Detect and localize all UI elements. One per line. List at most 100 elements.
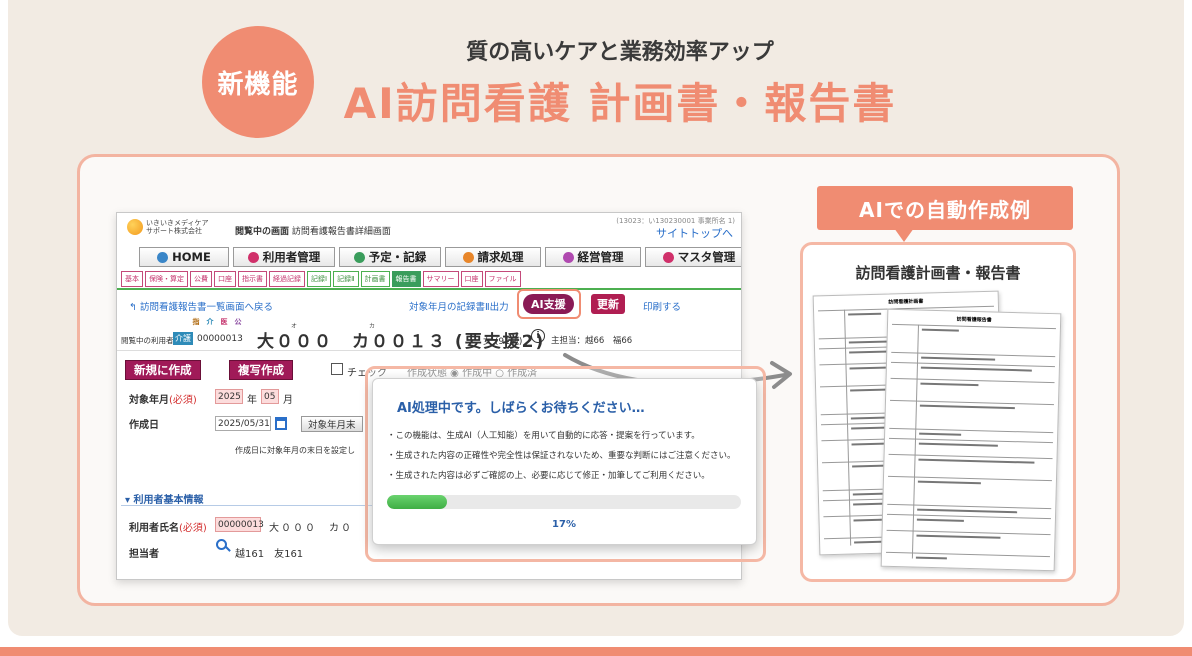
subtab-12[interactable]: ファイル: [484, 271, 521, 287]
subtab-7[interactable]: 記録Ⅱ: [333, 271, 359, 287]
kaigo-badge: 介護: [173, 332, 193, 345]
doc-text-line: [919, 404, 1015, 410]
sub-tabs: 基本 保険・算定 公費 口座 指示書 経過記録 記録Ⅰ 記録Ⅱ 計画書 報告書 サマリー 口座 ファイル: [121, 271, 521, 287]
separator: [117, 350, 741, 351]
logo-line1: いきいきメディケア: [146, 219, 209, 227]
menu-label: 利用者管理: [262, 250, 321, 264]
logo-line2: サポート株式会社: [146, 227, 202, 235]
menu-label: マスタ管理: [677, 250, 736, 264]
menu-icon: [247, 251, 259, 263]
created-date-note: 作成日に対象年月の末日を設定し: [235, 446, 355, 455]
example-label-tail: [894, 228, 914, 242]
menu-icon: [562, 251, 574, 263]
subtab-3[interactable]: 口座: [214, 271, 236, 287]
doc-text-line: [919, 432, 962, 436]
doc-text-line: [850, 416, 889, 420]
doc-rule: [891, 351, 1056, 358]
update-button[interactable]: 更新: [591, 294, 625, 314]
menu-2[interactable]: 予定・記録: [339, 247, 441, 267]
menu-label: 請求処理: [477, 250, 524, 264]
doc-text-line: [917, 508, 1018, 514]
progress-text: 17%: [552, 519, 576, 530]
calendar-icon[interactable]: [275, 417, 287, 430]
doc-rule: [888, 453, 1053, 460]
doc-text-line: [921, 328, 959, 332]
year-input[interactable]: 2025: [215, 389, 243, 404]
search-icon-handle: [225, 546, 231, 552]
menu-5[interactable]: マスタ管理: [645, 247, 741, 267]
subtab-0[interactable]: 基本: [121, 271, 143, 287]
ai-support-button[interactable]: AI支援: [523, 294, 574, 314]
bottom-accent-bar: [0, 647, 1192, 656]
target-output-link[interactable]: 対象年月の記録書Ⅱ出力: [409, 299, 509, 313]
subtab-2[interactable]: 公費: [190, 271, 212, 287]
menu-label: 経営管理: [577, 250, 624, 264]
subtab-5[interactable]: 経過記録: [269, 271, 305, 287]
menu-0[interactable]: HOME: [139, 247, 229, 267]
doc-rule: [890, 377, 1055, 384]
target-month-end-button[interactable]: 対象年月末: [301, 416, 363, 432]
doc-text-line: [918, 442, 998, 447]
doc-rule: [889, 427, 1054, 434]
doc-rule: [888, 475, 1052, 482]
example-label: AIでの自動作成例: [817, 186, 1073, 230]
back-link-label: 訪問看護報告書一覧画面へ戻る: [140, 302, 274, 313]
subtab-9[interactable]: 報告書: [391, 271, 421, 287]
menu-1[interactable]: 利用者管理: [233, 247, 335, 267]
menu-label: HOME: [172, 250, 211, 264]
subtab-1[interactable]: 保険・算定: [145, 271, 188, 287]
doc-text-line: [848, 312, 882, 316]
print-link[interactable]: 印刷する: [643, 299, 681, 313]
new-feature-badge: 新機能: [202, 26, 314, 138]
hero-subtitle: 質の高いケアと業務効率アップ: [466, 40, 774, 65]
user-sex-age: 女 (91歳): [483, 337, 523, 347]
year-unit: 年: [247, 395, 257, 406]
main-menu: HOME 利用者管理 予定・記録 請求処理 経営管理 マスタ管理: [139, 247, 741, 267]
doc-rule: [886, 551, 1050, 558]
current-user-label: 閲覧中の利用者: [121, 336, 174, 345]
menu-label: 予定・記録: [368, 250, 427, 264]
company-logo[interactable]: いきいきメディケア サポート株式会社: [127, 219, 209, 235]
created-date-input[interactable]: 2025/05/31: [215, 416, 271, 431]
app-header: いきいきメディケア サポート株式会社 閲覧中の画面 訪問看護報告書詳細画面 (1…: [117, 213, 741, 243]
doc-text-line: [921, 356, 996, 361]
menu-3[interactable]: 請求処理: [445, 247, 541, 267]
doc-rule: [886, 529, 1051, 536]
doc-rule: [890, 361, 1055, 368]
doc-rule: [889, 437, 1053, 444]
progress-fill: [387, 495, 448, 509]
staff-info: 主担当：越66 福66: [551, 336, 633, 346]
client-name: 大０００ カ０: [269, 523, 353, 534]
menu-4[interactable]: 経営管理: [545, 247, 641, 267]
required-mark-2: (必須): [179, 523, 207, 534]
doc-text-line: [916, 534, 1001, 539]
doc-text-line: [916, 518, 964, 522]
client-id-input[interactable]: 00000013: [215, 517, 264, 532]
flag-0: 指: [192, 318, 200, 326]
doc-column-rule: [911, 324, 920, 559]
status-flags: 指介医公: [191, 317, 243, 327]
created-date-label: 作成日: [129, 420, 159, 431]
info-icon[interactable]: i: [531, 329, 545, 343]
doc-rule: [887, 513, 1051, 520]
subtab-4[interactable]: 指示書: [238, 271, 267, 287]
subtab-10[interactable]: サマリー: [422, 271, 459, 287]
doc-rule: [887, 503, 1052, 510]
client-name-label: 利用者氏名: [129, 523, 179, 534]
copy-create-button[interactable]: 複写作成: [229, 360, 293, 380]
viewing-label: 閲覧中の画面: [235, 227, 290, 237]
month-input[interactable]: 05: [261, 389, 279, 404]
flag-1: 介: [206, 318, 214, 326]
back-to-list-link[interactable]: ↰ 訪問看護報告書一覧画面へ戻る: [129, 299, 273, 313]
check-checkbox[interactable]: [331, 363, 343, 375]
new-create-button[interactable]: 新規に作成: [125, 360, 201, 380]
subtab-11[interactable]: 口座: [460, 271, 483, 287]
required-mark: (必須): [169, 395, 197, 406]
sitetop-link[interactable]: サイトトップへ: [656, 225, 733, 241]
doc-rule: [889, 399, 1054, 406]
menu-icon: [353, 251, 365, 263]
subtab-8[interactable]: 計画書: [360, 271, 390, 287]
subtab-6[interactable]: 記録Ⅰ: [307, 271, 332, 287]
ai-dialog-line-1: ・この機能は、生成AI（人工知能）を用いて自動的に応答・提案を行っています。: [387, 431, 700, 441]
user-id: 00000013: [197, 334, 243, 344]
